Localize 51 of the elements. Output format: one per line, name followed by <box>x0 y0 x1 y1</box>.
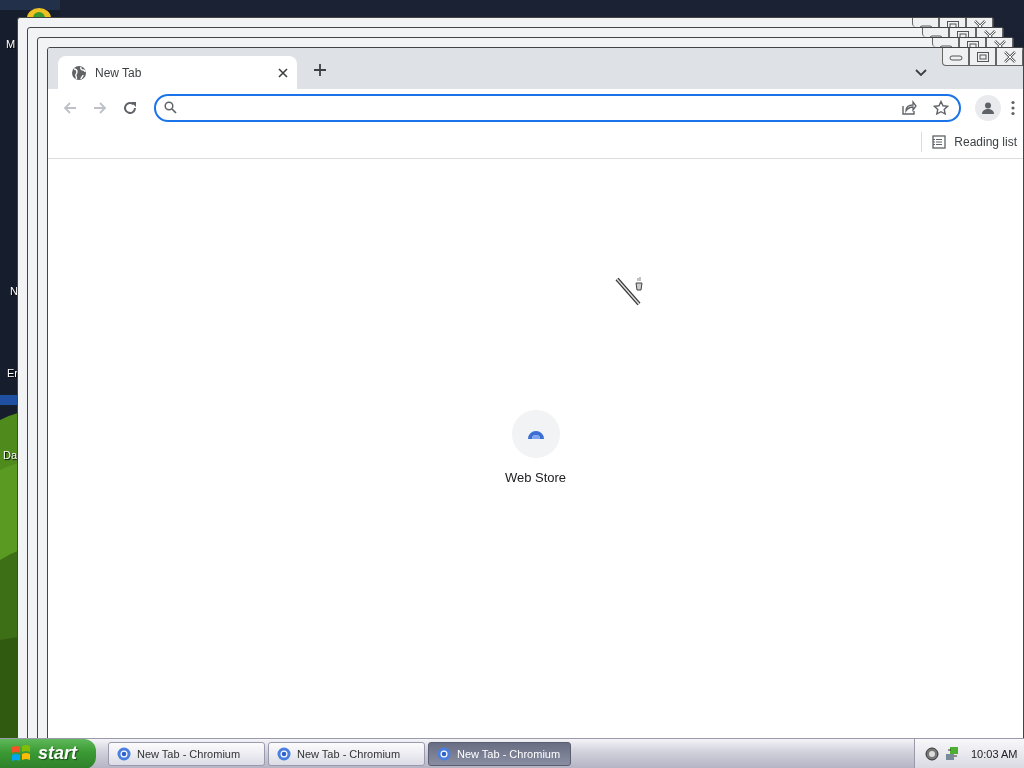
minimize-icon <box>948 52 963 61</box>
minimize-button[interactable] <box>942 48 969 66</box>
taskbar-button[interactable]: New Tab - Chromium <box>108 741 265 766</box>
browser-icon <box>117 746 131 761</box>
search-icon <box>164 101 177 114</box>
minimize-icon <box>928 33 943 37</box>
list-icon <box>932 135 947 149</box>
desktop-icon-label[interactable]: Er <box>7 367 18 379</box>
close-icon[interactable] <box>278 67 288 78</box>
maximize-icon <box>975 50 990 63</box>
speaker-icon[interactable] <box>925 746 939 761</box>
plus-icon <box>313 63 327 77</box>
forward-arrow-icon <box>92 99 108 116</box>
maximize-button[interactable] <box>969 48 996 66</box>
address-bar[interactable] <box>154 93 961 122</box>
windows-logo-icon <box>10 743 32 764</box>
taskbar-button[interactable]: New Tab - Chromium <box>428 741 571 766</box>
shortcut-label: Web Store <box>504 470 567 485</box>
reload-icon <box>122 99 138 116</box>
network-icon[interactable] <box>944 745 960 762</box>
star-icon <box>933 99 949 116</box>
maximize-icon <box>965 40 980 47</box>
desktop-icon-label[interactable]: N <box>10 285 18 297</box>
pen-cursor-icon <box>615 275 645 307</box>
minimize-icon <box>918 23 933 27</box>
clock: 10:03 AM <box>971 747 1018 760</box>
desktop-icon-label[interactable]: Da <box>3 449 18 461</box>
browser-icon <box>277 746 291 761</box>
back-arrow-icon <box>62 99 78 116</box>
maximize-icon <box>955 30 970 37</box>
maximize-icon <box>945 20 960 27</box>
globe-icon <box>71 64 87 81</box>
minimize-button[interactable] <box>912 18 939 27</box>
browser-tab[interactable]: New Tab <box>58 56 297 89</box>
share-icon <box>901 99 917 116</box>
store-icon <box>527 429 544 439</box>
profile-button[interactable] <box>975 94 1001 121</box>
minimize-button[interactable] <box>932 38 959 47</box>
close-button[interactable] <box>996 48 1023 66</box>
browser-icon <box>437 746 451 761</box>
taskbar-button[interactable]: New Tab - Chromium <box>268 741 425 766</box>
desktop-icon-label[interactable]: M <box>6 38 16 50</box>
chevron-down-icon <box>915 69 927 77</box>
shortcut-tile[interactable]: Web Store <box>504 410 567 485</box>
minimize-button[interactable] <box>922 28 949 37</box>
menu-icon <box>1011 99 1015 116</box>
close-icon <box>1002 50 1017 63</box>
minimize-icon <box>938 43 953 47</box>
person-icon <box>981 100 995 115</box>
reading-list-button[interactable]: Reading list <box>932 135 1023 149</box>
start-button[interactable]: start <box>0 738 96 768</box>
